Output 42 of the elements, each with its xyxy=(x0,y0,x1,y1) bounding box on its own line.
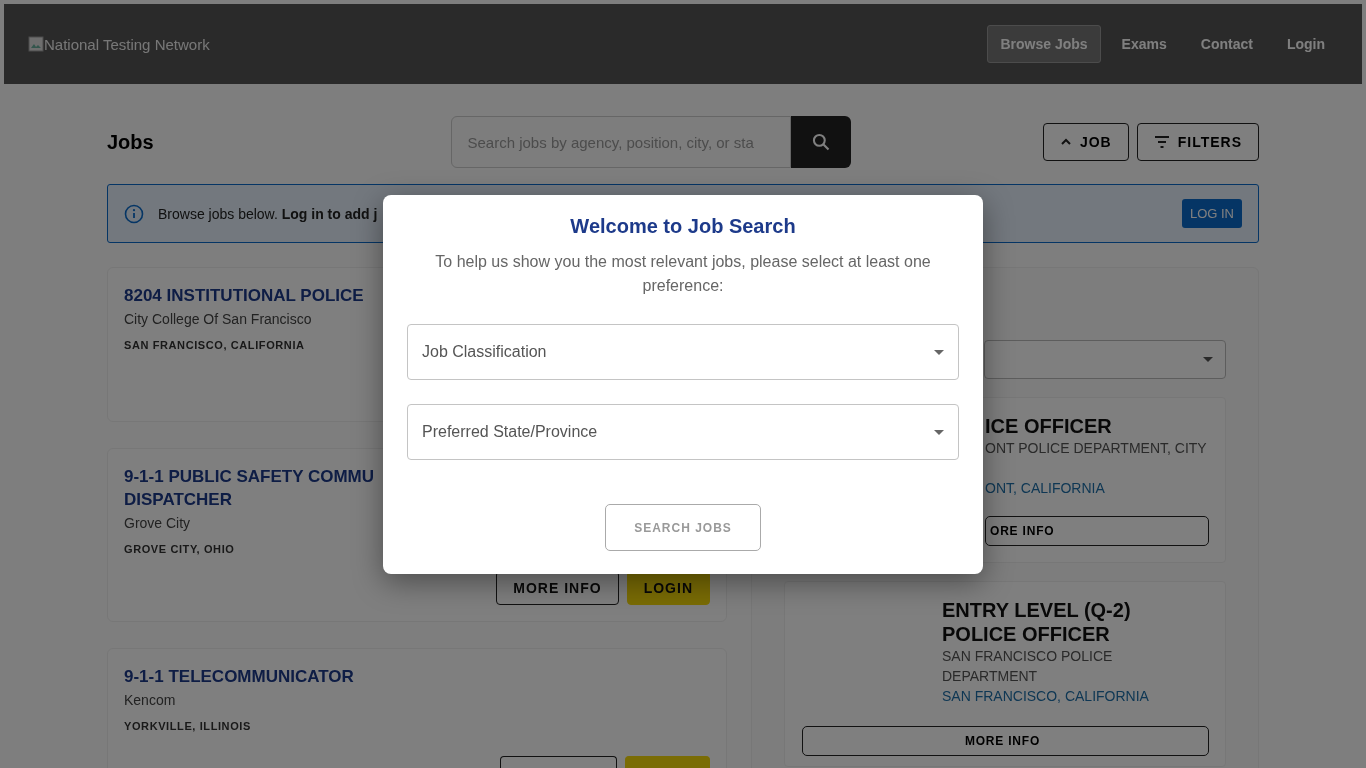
nav-link[interactable]: Browse Jobs xyxy=(987,25,1101,63)
job-location: ONT, CALIFORNIA xyxy=(985,479,1105,498)
dropdown-caret-icon xyxy=(934,349,944,355)
job-location: GROVE CITY, OHIO xyxy=(124,543,235,555)
banner-text: Browse jobs below. Log in to add j xyxy=(158,205,378,222)
search-icon xyxy=(810,132,831,152)
job-location: YORKVILLE, ILLINOIS xyxy=(124,720,251,732)
job-title[interactable]: 8204 INSTITUTIONAL POLICE xyxy=(124,284,364,307)
filters-button[interactable]: FILTERS xyxy=(1136,123,1259,161)
agency-name: ONT POLICE DEPARTMENT, CITY xyxy=(985,439,1207,458)
login-button[interactable]: LOG IN xyxy=(1181,199,1242,228)
agency-name: Grove City xyxy=(124,515,191,531)
agency-name: SAN FRANCISCO POLICE DEPARTMENT xyxy=(942,647,1114,686)
job-title[interactable]: 9-1-1 PUBLIC SAFETY COMMU xyxy=(124,465,374,488)
dialog-text: To help us show you the most relevant jobs, please select at least one preference: xyxy=(434,252,932,296)
job-title[interactable]: 9-1-1 TELECOMMUNICATOR xyxy=(124,665,354,688)
job-button[interactable]: JOB xyxy=(1042,123,1129,161)
select-field[interactable]: Preferred State/Province xyxy=(407,404,959,460)
job-title[interactable]: DISPATCHER xyxy=(124,488,232,511)
job-title[interactable]: ICE OFFICER xyxy=(985,414,1195,438)
chevron-up-icon xyxy=(1059,138,1072,146)
page-title: Jobs xyxy=(107,130,155,154)
more-info-button[interactable]: ORE INFO xyxy=(985,516,1209,546)
dropdown-caret-icon xyxy=(1203,357,1213,362)
search-button[interactable] xyxy=(790,116,851,168)
broken-image-icon xyxy=(28,36,44,52)
nav-link[interactable]: Login xyxy=(1273,25,1338,63)
search-jobs-button[interactable]: SEARCH JOBS xyxy=(605,504,761,551)
job-location: SAN FRANCISCO, CALIFORNIA xyxy=(942,687,1149,706)
agency-name: City College Of San Francisco xyxy=(124,311,312,327)
select-field[interactable]: Job Classification xyxy=(407,324,959,380)
dialog-title: Welcome to Job Search xyxy=(570,215,796,238)
info-icon xyxy=(124,203,144,224)
nav-link[interactable]: Contact xyxy=(1187,25,1266,63)
more-info-button[interactable]: MORE INFO xyxy=(802,726,1209,756)
job-title[interactable]: ENTRY LEVEL (Q-2) POLICE OFFICER xyxy=(942,598,1152,646)
filter-icon xyxy=(1153,136,1170,148)
job-location: SAN FRANCISCO, CALIFORNIA xyxy=(124,339,305,351)
agency-name: Kencom xyxy=(124,692,176,708)
site-logo[interactable]: National Testing Network xyxy=(28,35,210,53)
dropdown-caret-icon xyxy=(934,429,944,435)
nav-link[interactable]: Exams xyxy=(1108,25,1180,63)
